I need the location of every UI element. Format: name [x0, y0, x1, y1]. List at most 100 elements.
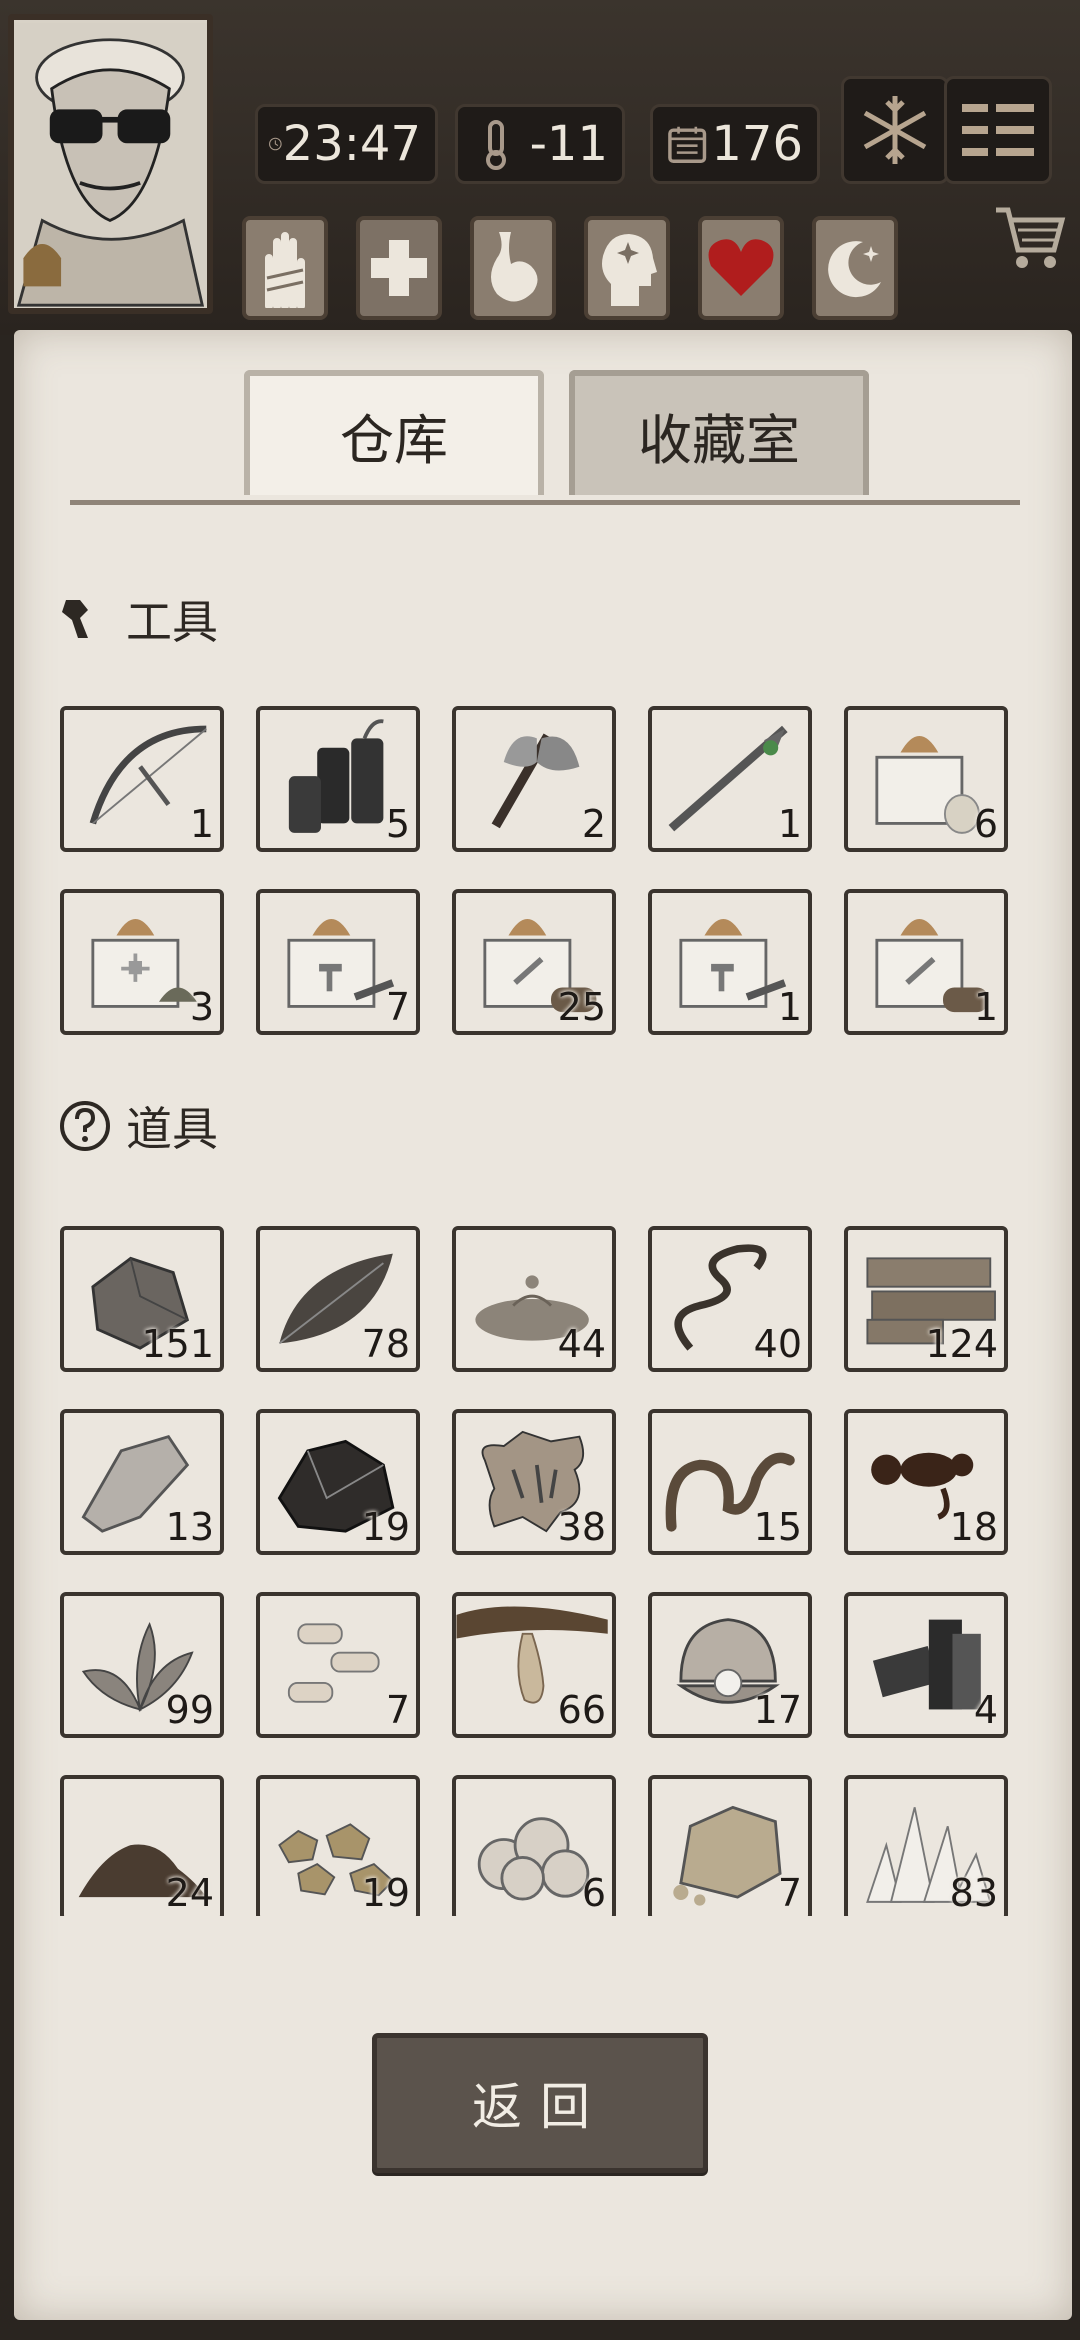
item-count: 3 — [189, 985, 214, 1029]
health-cross-icon — [371, 240, 427, 296]
tab-warehouse-label: 仓库 — [340, 409, 448, 472]
character-portrait[interactable] — [8, 14, 213, 314]
tab-divider — [70, 500, 1020, 505]
item-count: 6 — [581, 1871, 606, 1915]
item-count: 38 — [557, 1505, 606, 1549]
thermometer-icon — [486, 120, 506, 170]
tools-slot-axe[interactable]: 2 — [452, 706, 616, 852]
props-slot-flint[interactable]: 13 — [60, 1409, 224, 1555]
inventory-panel: 仓库 收藏室 工具 1 5 2 1 6 3 7 25 1 1 道具 151 78 44 40 124 13 1… — [14, 330, 1072, 2320]
mind-icon — [602, 234, 657, 306]
props-slot-herb[interactable]: 99 — [60, 1592, 224, 1738]
section-props-label: 道具 — [126, 1102, 218, 1156]
item-count: 6 — [973, 802, 998, 846]
status-sleep[interactable] — [812, 216, 898, 320]
section-tools-label: 工具 — [126, 595, 218, 649]
temperature-value: -11 — [529, 116, 608, 172]
props-slot-gold-nuggets[interactable]: 19 — [256, 1775, 420, 1916]
props-slot-quartz[interactable]: 83 — [844, 1775, 1008, 1916]
tools-slot-food-box[interactable]: 6 — [844, 706, 1008, 852]
item-count: 1 — [189, 802, 214, 846]
item-count: 66 — [557, 1688, 606, 1732]
menu-button[interactable] — [944, 76, 1052, 184]
item-count: 44 — [557, 1322, 606, 1366]
props-slot-soil[interactable]: 24 — [60, 1775, 224, 1916]
item-count: 1 — [973, 985, 998, 1029]
tools-slot-wood-box[interactable]: 1 — [844, 889, 1008, 1035]
section-tools-title: 工具 — [58, 586, 218, 652]
item-count: 25 — [557, 985, 606, 1029]
props-slot-coal-ore[interactable]: 19 — [256, 1409, 420, 1555]
shop-cart-icon[interactable] — [992, 200, 1068, 276]
bandaged-hand-icon — [265, 232, 305, 308]
tab-warehouse[interactable]: 仓库 — [244, 370, 544, 495]
menu-icon — [962, 104, 1034, 156]
item-count: 15 — [753, 1505, 802, 1549]
clock-display: 23:47 — [255, 104, 438, 184]
day-display: 176 — [650, 104, 820, 184]
question-icon — [60, 1101, 110, 1151]
clock-icon — [269, 137, 282, 151]
item-count: 24 — [165, 1871, 214, 1915]
item-count: 4 — [973, 1688, 998, 1732]
item-count: 18 — [949, 1505, 998, 1549]
props-slot-leaf[interactable]: 78 — [256, 1226, 420, 1372]
item-count: 2 — [581, 802, 606, 846]
item-count: 13 — [165, 1505, 214, 1549]
props-slot-worm[interactable]: 15 — [648, 1409, 812, 1555]
props-slot-iron-scrap[interactable]: 4 — [844, 1592, 1008, 1738]
tools-slot-tool-box[interactable]: 1 — [648, 889, 812, 1035]
status-injury[interactable] — [242, 216, 328, 320]
item-count: 40 — [753, 1322, 802, 1366]
item-count: 7 — [385, 1688, 410, 1732]
tools-slot-dynamite[interactable]: 5 — [256, 706, 420, 852]
item-count: 78 — [361, 1322, 410, 1366]
item-count: 5 — [385, 802, 410, 846]
props-grid: 151 78 44 40 124 13 19 38 15 18 99 7 66 17 4 24 19 6 7 83 — [60, 1226, 1010, 1916]
props-slot-stone[interactable]: 151 — [60, 1226, 224, 1372]
item-count: 7 — [777, 1871, 802, 1915]
status-hunger[interactable] — [470, 216, 556, 320]
tab-bar: 仓库 收藏室 — [224, 370, 874, 500]
props-slot-sandstone[interactable]: 7 — [648, 1775, 812, 1916]
status-health[interactable] — [356, 216, 442, 320]
item-count: 17 — [753, 1688, 802, 1732]
props-slot-oil[interactable]: 18 — [844, 1409, 1008, 1555]
day-value: 176 — [711, 116, 803, 172]
props-slot-vine[interactable]: 40 — [648, 1226, 812, 1372]
item-count: 7 — [385, 985, 410, 1029]
props-slot-wool[interactable]: 6 — [452, 1775, 616, 1916]
item-count: 1 — [777, 802, 802, 846]
temperature-display: -11 — [455, 104, 625, 184]
status-heart[interactable] — [698, 216, 784, 320]
weather-button[interactable] — [841, 76, 949, 184]
tab-collection[interactable]: 收藏室 — [569, 370, 869, 495]
tools-slot-medical-box[interactable]: 3 — [60, 889, 224, 1035]
item-count: 83 — [949, 1871, 998, 1915]
item-count: 1 — [777, 985, 802, 1029]
top-bar: 23:47 -11 176 — [0, 0, 1080, 335]
sleep-moon-icon — [828, 241, 881, 298]
snowflake-icon — [863, 96, 927, 164]
section-props-title: 道具 — [58, 1093, 218, 1159]
props-slot-bone-pieces[interactable]: 7 — [256, 1592, 420, 1738]
item-count: 151 — [141, 1322, 214, 1366]
props-slot-resin[interactable]: 66 — [452, 1592, 616, 1738]
status-mind[interactable] — [584, 216, 670, 320]
wrench-icon — [62, 600, 88, 638]
return-button[interactable]: 返回 — [372, 2033, 708, 2173]
props-slot-planks[interactable]: 124 — [844, 1226, 1008, 1372]
tools-slot-wood-box[interactable]: 25 — [452, 889, 616, 1035]
props-slot-animal-hide[interactable]: 38 — [452, 1409, 616, 1555]
tools-slot-spear[interactable]: 1 — [648, 706, 812, 852]
tab-collection-label: 收藏室 — [638, 409, 800, 472]
item-count: 19 — [361, 1505, 410, 1549]
item-count: 124 — [925, 1322, 998, 1366]
heart-icon — [708, 239, 774, 296]
props-slot-pearl-shell[interactable]: 17 — [648, 1592, 812, 1738]
tools-slot-bow[interactable]: 1 — [60, 706, 224, 852]
time-value: 23:47 — [282, 116, 421, 172]
return-button-label: 返回 — [472, 2078, 608, 2136]
tools-slot-tool-box[interactable]: 7 — [256, 889, 420, 1035]
props-slot-water-puddle[interactable]: 44 — [452, 1226, 616, 1372]
